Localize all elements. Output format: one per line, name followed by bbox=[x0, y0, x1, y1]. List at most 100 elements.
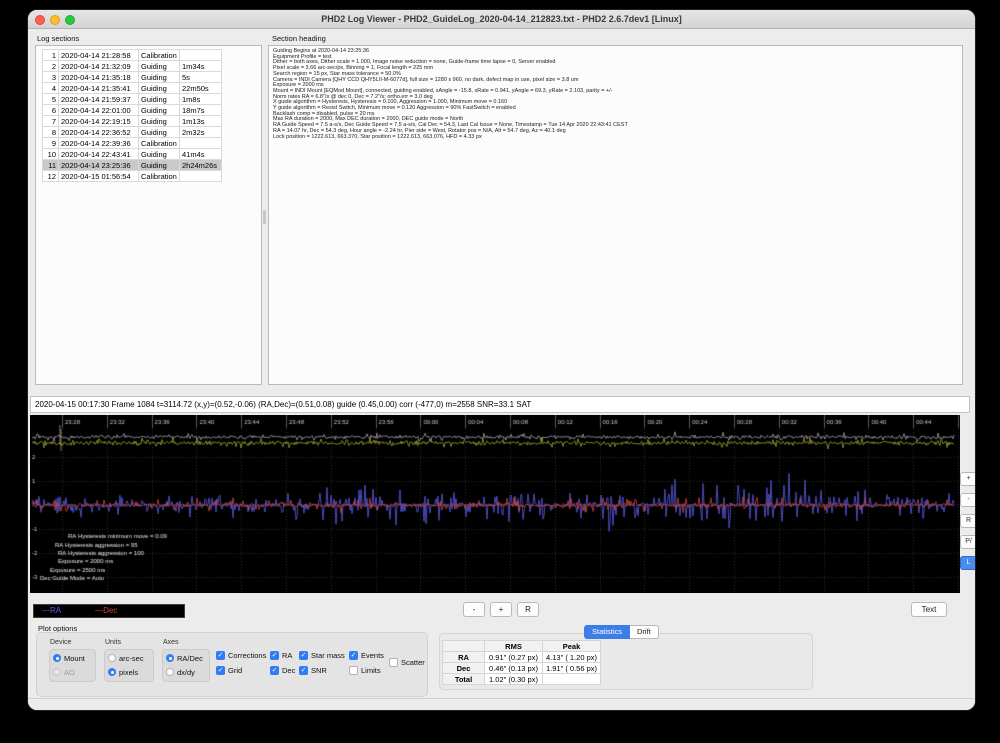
log-row-datetime: 2020-04-15 01:56:54 bbox=[59, 171, 139, 182]
log-section-row[interactable]: 92020-04-14 22:39:36Calibration bbox=[43, 138, 222, 149]
log-row-duration: 41m4s bbox=[180, 149, 222, 160]
checkbox-corrections[interactable]: Corrections bbox=[216, 650, 266, 660]
log-section-row[interactable]: 42020-04-14 21:35:41Guiding22m50s bbox=[43, 83, 222, 94]
hscale-minus-button[interactable]: - bbox=[463, 602, 485, 617]
log-row-duration: 18m7s bbox=[180, 105, 222, 116]
units-option-pixels[interactable]: pixels bbox=[108, 666, 153, 678]
status-text: 2020-04-15 00:17:30 Frame 1084 t=3114.72… bbox=[35, 400, 531, 409]
checkbox-label: SNR bbox=[311, 666, 327, 675]
stats-row-label: RA bbox=[443, 652, 485, 663]
log-row-datetime: 2020-04-14 21:35:41 bbox=[59, 83, 139, 94]
checkbox-snr[interactable]: SNR bbox=[299, 665, 327, 675]
legend-ra: —RA bbox=[42, 606, 61, 615]
graph-zoom-out-button[interactable]: - bbox=[960, 493, 975, 507]
checkbox-ra[interactable]: RA bbox=[270, 650, 292, 660]
log-row-datetime: 2020-04-14 22:36:52 bbox=[59, 127, 139, 138]
checkbox-label: Limits bbox=[361, 666, 381, 675]
log-row-number: 11 bbox=[43, 160, 59, 171]
tab-statistics[interactable]: Statistics bbox=[584, 625, 630, 639]
units-group-label: Units bbox=[105, 639, 121, 646]
log-row-duration: 1m13s bbox=[180, 116, 222, 127]
log-row-type: Calibration bbox=[139, 171, 180, 182]
log-row-datetime: 2020-04-14 22:39:36 bbox=[59, 138, 139, 149]
log-section-row[interactable]: 82020-04-14 22:36:52Guiding2m32s bbox=[43, 127, 222, 138]
log-text-line: Camera = INDI Camera [QHY CCD QHY5LII-M-… bbox=[273, 78, 628, 84]
graph-zoom-in-button[interactable]: + bbox=[960, 472, 975, 486]
radio-selected-icon bbox=[108, 668, 116, 676]
graph-pixel-mode-button[interactable]: P/ bbox=[960, 535, 975, 549]
minimize-button[interactable] bbox=[50, 15, 60, 25]
log-row-number: 6 bbox=[43, 105, 59, 116]
log-row-duration bbox=[180, 50, 222, 61]
log-text-line: Lock position = 1222.613, 663.370, Star … bbox=[273, 135, 628, 141]
log-row-datetime: 2020-04-14 21:28:58 bbox=[59, 50, 139, 61]
text-view-button[interactable]: Text bbox=[911, 602, 947, 617]
log-section-row[interactable]: 122020-04-15 01:56:54Calibration bbox=[43, 171, 222, 182]
radio-label: Mount bbox=[64, 654, 85, 663]
checkbox-star-mass[interactable]: Star mass bbox=[299, 650, 345, 660]
hscale-reset-button[interactable]: R bbox=[517, 602, 539, 617]
log-section-row[interactable]: 52020-04-14 21:59:37Guiding1m8s bbox=[43, 94, 222, 105]
log-section-row[interactable]: 72020-04-14 22:19:15Guiding1m13s bbox=[43, 116, 222, 127]
checkbox-dec[interactable]: Dec bbox=[270, 665, 295, 675]
graph-vreset-button[interactable]: R bbox=[960, 514, 975, 528]
device-option-mount[interactable]: Mount bbox=[53, 652, 95, 664]
radio-label: arc-sec bbox=[119, 654, 144, 663]
log-row-duration: 1m8s bbox=[180, 94, 222, 105]
panel-splitter[interactable] bbox=[262, 208, 267, 226]
checkbox-grid[interactable]: Grid bbox=[216, 665, 242, 675]
log-row-number: 8 bbox=[43, 127, 59, 138]
stats-peak-value bbox=[543, 674, 601, 685]
stats-row: Total1.02" (0.30 px) bbox=[443, 674, 601, 685]
stats-tabs: StatisticsDrift bbox=[584, 625, 659, 639]
maximize-button[interactable] bbox=[65, 15, 75, 25]
hscale-plus-button[interactable]: + bbox=[490, 602, 512, 617]
log-row-duration: 5s bbox=[180, 72, 222, 83]
close-button[interactable] bbox=[35, 15, 45, 25]
graph-length-mode-button[interactable]: L bbox=[960, 556, 975, 570]
device-option-ao[interactable]: AO bbox=[53, 666, 95, 678]
checkbox-unchecked-icon bbox=[349, 666, 358, 675]
log-row-type: Guiding bbox=[139, 94, 180, 105]
checkbox-limits[interactable]: Limits bbox=[349, 665, 381, 675]
axes-group: RA/Dec dx/dy bbox=[162, 649, 210, 682]
stats-peak-header: Peak bbox=[543, 641, 601, 652]
checkbox-label: Corrections bbox=[228, 651, 266, 660]
guide-graph[interactable] bbox=[30, 415, 960, 593]
radio-selected-icon bbox=[166, 654, 174, 662]
log-section-row[interactable]: 22020-04-14 21:32:09Guiding1m34s bbox=[43, 61, 222, 72]
axes-option-dx-dy[interactable]: dx/dy bbox=[166, 666, 209, 678]
log-row-type: Guiding bbox=[139, 160, 180, 171]
tab-drift[interactable]: Drift bbox=[630, 625, 659, 639]
checkbox-checked-icon bbox=[299, 651, 308, 660]
log-section-row[interactable]: 12020-04-14 21:28:58Calibration bbox=[43, 50, 222, 61]
stats-row-label: Dec bbox=[443, 663, 485, 674]
stats-rms-value: 0.91" (0.27 px) bbox=[485, 652, 543, 663]
units-option-arc-sec[interactable]: arc-sec bbox=[108, 652, 153, 664]
log-section-row[interactable]: 102020-04-14 22:43:41Guiding41m4s bbox=[43, 149, 222, 160]
stats-row: RA0.91" (0.27 px)4.13" ( 1.20 px) bbox=[443, 652, 601, 663]
stats-peak-value: 1.91" ( 0.56 px) bbox=[543, 663, 601, 674]
log-row-datetime: 2020-04-14 23:25:36 bbox=[59, 160, 139, 171]
guide-status-bar: 2020-04-15 00:17:30 Frame 1084 t=3114.72… bbox=[30, 396, 970, 413]
log-row-datetime: 2020-04-14 21:59:37 bbox=[59, 94, 139, 105]
log-row-number: 10 bbox=[43, 149, 59, 160]
log-row-type: Guiding bbox=[139, 149, 180, 160]
log-row-duration bbox=[180, 171, 222, 182]
checkbox-scatter[interactable]: Scatter bbox=[389, 657, 425, 667]
stats-rms-value: 1.02" (0.30 px) bbox=[485, 674, 543, 685]
checkbox-label: RA bbox=[282, 651, 292, 660]
checkbox-label: Grid bbox=[228, 666, 242, 675]
log-section-row[interactable]: 32020-04-14 21:35:18Guiding5s bbox=[43, 72, 222, 83]
log-section-row[interactable]: 112020-04-14 23:25:36Guiding2h24m26s bbox=[43, 160, 222, 171]
checkbox-events[interactable]: Events bbox=[349, 650, 384, 660]
axes-option-ra-dec[interactable]: RA/Dec bbox=[166, 652, 209, 664]
checkbox-unchecked-icon bbox=[389, 658, 398, 667]
log-row-number: 1 bbox=[43, 50, 59, 61]
checkbox-label: Events bbox=[361, 651, 384, 660]
checkbox-label: Dec bbox=[282, 666, 295, 675]
checkbox-checked-icon bbox=[299, 666, 308, 675]
section-heading-panel: Guiding Begins at 2020-04-14 23:25:36Equ… bbox=[268, 45, 963, 385]
log-section-row[interactable]: 62020-04-14 22:01:00Guiding18m7s bbox=[43, 105, 222, 116]
title-bar[interactable]: PHD2 Log Viewer - PHD2_GuideLog_2020-04-… bbox=[28, 10, 975, 29]
